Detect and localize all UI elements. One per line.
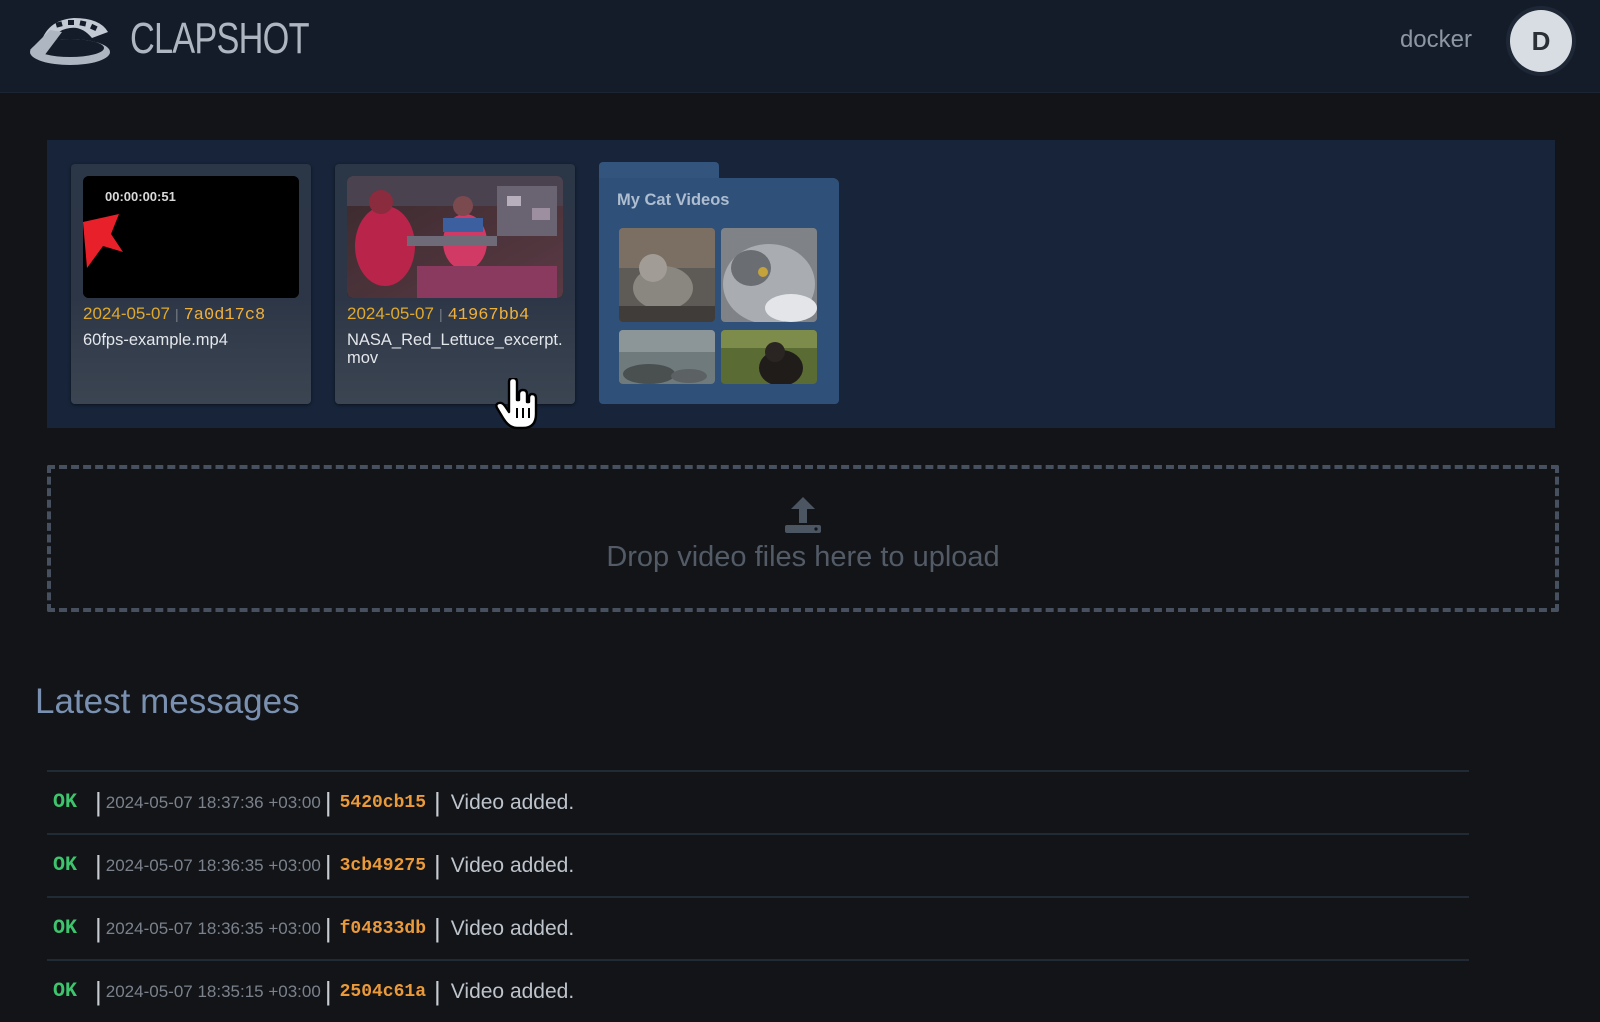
avatar[interactable]: D	[1510, 10, 1572, 72]
video-thumbnail: 00:00:00:51	[83, 176, 299, 298]
message-timestamp: 2024-05-07 18:37:36 +03:00	[105, 792, 321, 812]
message-separator: |	[324, 787, 332, 817]
message-separator: |	[434, 787, 441, 817]
video-grid: 00:00:00:51 2024-05-07 | 7a0d17c8 60fps-ex…	[47, 140, 1555, 428]
message-separator: |	[324, 976, 332, 1006]
message-text: Video added.	[450, 790, 575, 814]
message-separator: |	[95, 787, 102, 817]
message-row: OK | 2024-05-07 18:36:35 +03:00 | 3cb492…	[47, 833, 1469, 896]
messages-heading: Latest messages	[35, 682, 300, 721]
message-separator: |	[95, 850, 102, 880]
username: docker	[1399, 26, 1472, 53]
video-hash: 7a0d17c8	[183, 306, 266, 325]
cat-image-icon	[619, 228, 715, 322]
folder-thumbnail	[619, 228, 715, 322]
folder-thumbnail	[721, 228, 817, 322]
video-filename: 60fps-example.mp4	[83, 331, 228, 349]
message-list: OK | 2024-05-07 18:37:36 +03:00 | 5420cb…	[47, 770, 1469, 1022]
message-separator: |	[95, 913, 102, 943]
message-text: Video added.	[450, 979, 575, 1003]
message-row: OK | 2024-05-07 18:36:35 +03:00 | f04833…	[47, 896, 1469, 959]
brand-title: CLAPSHOT	[130, 14, 310, 63]
message-status: OK	[53, 854, 78, 877]
message-timestamp: 2024-05-07 18:36:35 +03:00	[105, 918, 321, 938]
folder-thumbnail	[721, 330, 817, 384]
message-separator: |	[324, 913, 332, 943]
video-date: 2024-05-07	[83, 304, 170, 323]
meta-separator: |	[174, 306, 179, 322]
video-thumbnail	[347, 176, 563, 298]
video-date: 2024-05-07	[347, 304, 434, 323]
video-meta: 2024-05-07 | 7a0d17c8	[83, 304, 265, 325]
message-status: OK	[53, 791, 78, 814]
meta-separator: |	[438, 306, 443, 322]
upload-hint: Drop video files here to upload	[606, 541, 1000, 573]
message-hash-link[interactable]: f04833db	[340, 919, 426, 939]
folder-thumbnail	[619, 330, 715, 384]
message-separator: |	[434, 850, 441, 880]
top-bar: CLAPSHOT docker D	[0, 0, 1600, 93]
message-row: OK | 2024-05-07 18:35:15 +03:00 | 2504c6…	[47, 959, 1469, 1022]
message-hash-link[interactable]: 3cb49275	[340, 856, 426, 876]
space-station-image-icon	[347, 176, 563, 298]
message-text: Video added.	[450, 916, 575, 940]
message-status: OK	[53, 917, 78, 940]
cat-image-icon	[721, 330, 817, 384]
message-hash-link[interactable]: 2504c61a	[340, 982, 426, 1002]
message-separator: |	[95, 976, 102, 1006]
message-hash-link[interactable]: 5420cb15	[340, 793, 426, 813]
video-hash: 41967bb4	[447, 306, 530, 325]
video-filename: NASA_Red_Lettuce_excerpt.mov	[347, 331, 563, 367]
message-row: OK | 2024-05-07 18:37:36 +03:00 | 5420cb…	[47, 770, 1469, 833]
message-separator: |	[324, 850, 332, 880]
message-separator: |	[434, 913, 441, 943]
cat-image-icon	[619, 330, 715, 384]
cat-image-icon	[721, 228, 817, 322]
hand-cursor-icon	[495, 378, 538, 430]
video-meta: 2024-05-07 | 41967bb4	[347, 304, 529, 325]
message-status: OK	[53, 980, 78, 1003]
message-timestamp: 2024-05-07 18:35:15 +03:00	[105, 981, 321, 1001]
video-card[interactable]: 2024-05-07 | 41967bb4 NASA_Red_Lettuce_exc…	[335, 164, 575, 404]
message-text: Video added.	[450, 853, 575, 877]
folder-title: My Cat Videos	[617, 191, 730, 209]
video-timecode: 00:00:00:51	[105, 189, 176, 204]
video-card[interactable]: 00:00:00:51 2024-05-07 | 7a0d17c8 60fps-ex…	[71, 164, 311, 404]
upload-dropzone[interactable]: Drop video files here to upload	[47, 465, 1559, 612]
message-timestamp: 2024-05-07 18:36:35 +03:00	[105, 855, 321, 875]
upload-icon	[785, 497, 821, 533]
message-separator: |	[434, 976, 441, 1006]
folder-card[interactable]: My Cat Videos	[599, 162, 839, 404]
clapshot-logo-icon[interactable]	[26, 10, 116, 68]
